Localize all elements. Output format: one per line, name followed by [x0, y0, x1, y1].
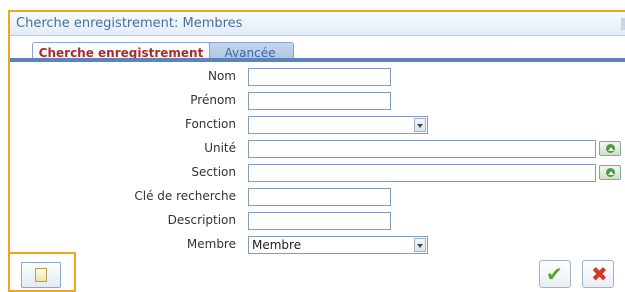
prenom-input[interactable] [248, 92, 391, 110]
lookup-arrow-icon [606, 168, 615, 177]
lookup-arrow-icon [606, 144, 615, 153]
fonction-label: Fonction [184, 117, 236, 131]
nom-label: Nom [207, 69, 236, 83]
section-lookup-button[interactable] [599, 165, 621, 180]
membre-label: Membre [186, 237, 236, 251]
close-icon: ✖ [591, 262, 608, 286]
title-bar: Cherche enregistrement: Membres [10, 12, 625, 36]
nom-input[interactable] [248, 68, 391, 86]
chevron-down-icon[interactable] [414, 238, 426, 252]
chevron-down-icon[interactable] [414, 118, 426, 132]
unite-input[interactable] [248, 140, 596, 158]
new-button-highlight [8, 252, 76, 292]
dialog-title: Cherche enregistrement: Membres [16, 16, 243, 31]
unite-label: Unité [204, 141, 236, 155]
checkmark-icon: ✔ [546, 262, 563, 286]
prenom-label: Prénom [190, 93, 236, 107]
cle-label: Clé de recherche [134, 189, 236, 203]
unite-lookup-button[interactable] [599, 141, 621, 156]
ok-button[interactable]: ✔ [539, 260, 571, 288]
new-document-icon [35, 268, 47, 282]
cle-input[interactable] [248, 188, 391, 206]
section-label: Section [191, 165, 236, 179]
tab-underline [10, 58, 625, 62]
membre-value: Membre [252, 238, 302, 252]
fonction-select[interactable] [248, 116, 428, 134]
membre-select[interactable]: Membre [248, 236, 428, 254]
section-input[interactable] [248, 164, 596, 182]
description-label: Description [167, 213, 236, 227]
window-edge [621, 18, 625, 30]
cancel-button[interactable]: ✖ [582, 260, 614, 288]
description-input[interactable] [248, 212, 391, 230]
new-record-button[interactable] [21, 262, 61, 288]
